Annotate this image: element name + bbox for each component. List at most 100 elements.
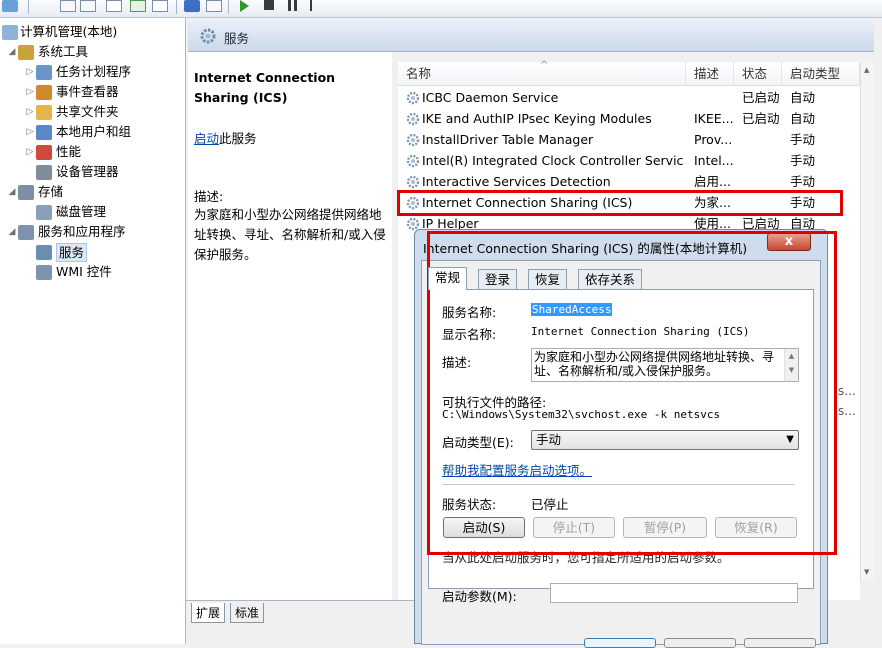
tree-item-label: 性能 xyxy=(56,144,82,159)
start-service-line: 启动此服务 xyxy=(194,128,257,147)
cell-startup: 自动 xyxy=(790,111,816,126)
gear-icon xyxy=(36,245,52,260)
cell-startup: 手动 xyxy=(790,153,816,168)
service-gear-icon xyxy=(406,112,420,126)
scroll-up-icon[interactable]: ▲ xyxy=(864,66,869,74)
toolbar-separator xyxy=(176,0,177,14)
expander-icon[interactable]: ◢ xyxy=(6,42,18,62)
ok-button[interactable] xyxy=(584,638,656,648)
export-icon[interactable] xyxy=(152,0,168,12)
wmi-icon xyxy=(36,265,52,280)
table-row[interactable]: ICBC Daemon Service 已启动 自动 xyxy=(398,87,860,108)
apply-button[interactable] xyxy=(744,638,816,648)
expander-icon[interactable]: ▷ xyxy=(24,142,36,162)
tree-item-label: 服务 xyxy=(56,243,88,262)
table-row[interactable]: InstallDriver Table Manager Prov... 手动 xyxy=(398,129,860,150)
shared-folder-icon xyxy=(36,105,52,120)
list-header: 名称 ^ 描述 状态 启动类型 xyxy=(398,60,860,86)
tab-extended[interactable]: 扩展 xyxy=(191,603,226,623)
clock-icon xyxy=(36,65,52,80)
cell-name: Intel(R) Integrated Clock Controller Ser… xyxy=(422,153,684,168)
param-label: 启动参数(M): xyxy=(442,589,517,604)
service-gear-icon xyxy=(406,175,420,189)
column-startup-type[interactable]: 启动类型 xyxy=(782,62,860,86)
overflow-fragment: s... xyxy=(838,404,856,418)
tree-item-label: 事件查看器 xyxy=(56,84,119,99)
cell-desc: 启用... xyxy=(694,174,731,189)
start-parameters-input[interactable] xyxy=(550,583,798,603)
cell-status: 已启动 xyxy=(742,111,780,126)
restart-icon[interactable] xyxy=(310,0,322,11)
services-header: 服务 xyxy=(188,20,874,52)
list-scrollbar[interactable]: ▲ ▼ xyxy=(860,62,874,582)
selected-service-name: Internet Connection Sharing (ICS) xyxy=(194,70,336,105)
expander-icon[interactable]: ▷ xyxy=(24,82,36,102)
help-icon[interactable] xyxy=(184,0,200,12)
cell-startup: 手动 xyxy=(790,174,816,189)
highlight-dialog xyxy=(427,231,837,555)
cell-desc: IKEE... xyxy=(694,111,734,126)
start-service-link[interactable]: 启动 xyxy=(194,131,219,146)
sort-arrow-icon: ^ xyxy=(540,60,549,71)
cell-desc: Intel... xyxy=(694,153,734,168)
description-pane: Internet Connection Sharing (ICS) 启动此服务 … xyxy=(188,52,392,600)
start-suffix: 此服务 xyxy=(219,131,257,146)
apps-icon xyxy=(18,225,34,240)
scroll-down-icon[interactable]: ▼ xyxy=(864,568,869,576)
tools-icon xyxy=(18,45,34,60)
cell-name: ICBC Daemon Service xyxy=(422,90,559,105)
navigation-tree: 计算机管理(本地) ◢ 系统工具 ▷ 任务计划程序 ▷ 事件查看器 ▷ 共享文件夹 ▷ 本地用户和… xyxy=(0,18,186,644)
cell-name: Interactive Services Detection xyxy=(422,174,611,189)
disk-icon xyxy=(36,205,52,220)
toolbar-separator xyxy=(228,0,229,14)
action-pane-icon[interactable] xyxy=(206,0,222,12)
tree-item-label: 磁盘管理 xyxy=(56,204,107,219)
play-icon[interactable] xyxy=(240,0,249,12)
overflow-fragment: s... xyxy=(838,384,856,398)
view-tabs: 扩展 标准 xyxy=(186,600,416,644)
table-row[interactable]: Intel(R) Integrated Clock Controller Ser… xyxy=(398,150,860,171)
refresh-icon[interactable] xyxy=(130,0,146,12)
export-list-icon[interactable] xyxy=(106,0,122,12)
expander-icon[interactable]: ▷ xyxy=(24,62,36,82)
tree-item-label: 本地用户和组 xyxy=(56,124,132,139)
column-status[interactable]: 状态 xyxy=(734,62,782,86)
expander-icon[interactable]: ◢ xyxy=(6,222,18,242)
users-icon xyxy=(36,125,52,140)
service-gear-icon xyxy=(406,91,420,105)
cell-status: 已启动 xyxy=(742,90,780,105)
expander-icon[interactable]: ▷ xyxy=(24,102,36,122)
pause-icon[interactable] xyxy=(288,0,297,11)
tree-item-label: 系统工具 xyxy=(38,44,89,59)
storage-icon xyxy=(18,185,34,200)
cell-desc: Prov... xyxy=(694,132,733,147)
column-description[interactable]: 描述 xyxy=(686,62,734,86)
service-gear-icon xyxy=(406,154,420,168)
cell-startup: 自动 xyxy=(790,90,816,105)
tree-item-label: 共享文件夹 xyxy=(56,104,119,119)
description-label: 描述: xyxy=(194,189,224,204)
cell-name: InstallDriver Table Manager xyxy=(422,132,594,147)
gear-icon xyxy=(200,28,216,44)
show-hide-tree-icon[interactable] xyxy=(60,0,76,12)
services-title: 服务 xyxy=(224,31,250,46)
toolbar xyxy=(0,0,882,18)
tree-item-label: 存储 xyxy=(38,184,64,199)
back-arrow-icon[interactable] xyxy=(2,0,18,12)
tree-item-label: WMI 控件 xyxy=(56,264,112,279)
expander-icon[interactable]: ◢ xyxy=(6,182,18,202)
tab-standard[interactable]: 标准 xyxy=(230,603,265,623)
tree-item-label: 任务计划程序 xyxy=(56,64,132,79)
cell-name: IKE and AuthIP IPsec Keying Modules xyxy=(422,111,652,126)
cancel-button[interactable] xyxy=(664,638,736,648)
table-row[interactable]: Interactive Services Detection 启用... 手动 xyxy=(398,171,860,192)
device-manager-icon xyxy=(36,165,52,180)
stop-icon[interactable] xyxy=(264,0,274,10)
tree-item-label: 设备管理器 xyxy=(56,164,119,179)
description-text: 为家庭和小型办公网络提供网络地址转换、寻址、名称解析和/或入侵保护服务。 xyxy=(194,207,386,262)
properties-icon[interactable] xyxy=(80,0,96,12)
tab-general[interactable]: 常规 xyxy=(428,267,468,290)
service-gear-icon xyxy=(406,133,420,147)
expander-icon[interactable]: ▷ xyxy=(24,122,36,142)
table-row[interactable]: IKE and AuthIP IPsec Keying Modules IKEE.… xyxy=(398,108,860,129)
